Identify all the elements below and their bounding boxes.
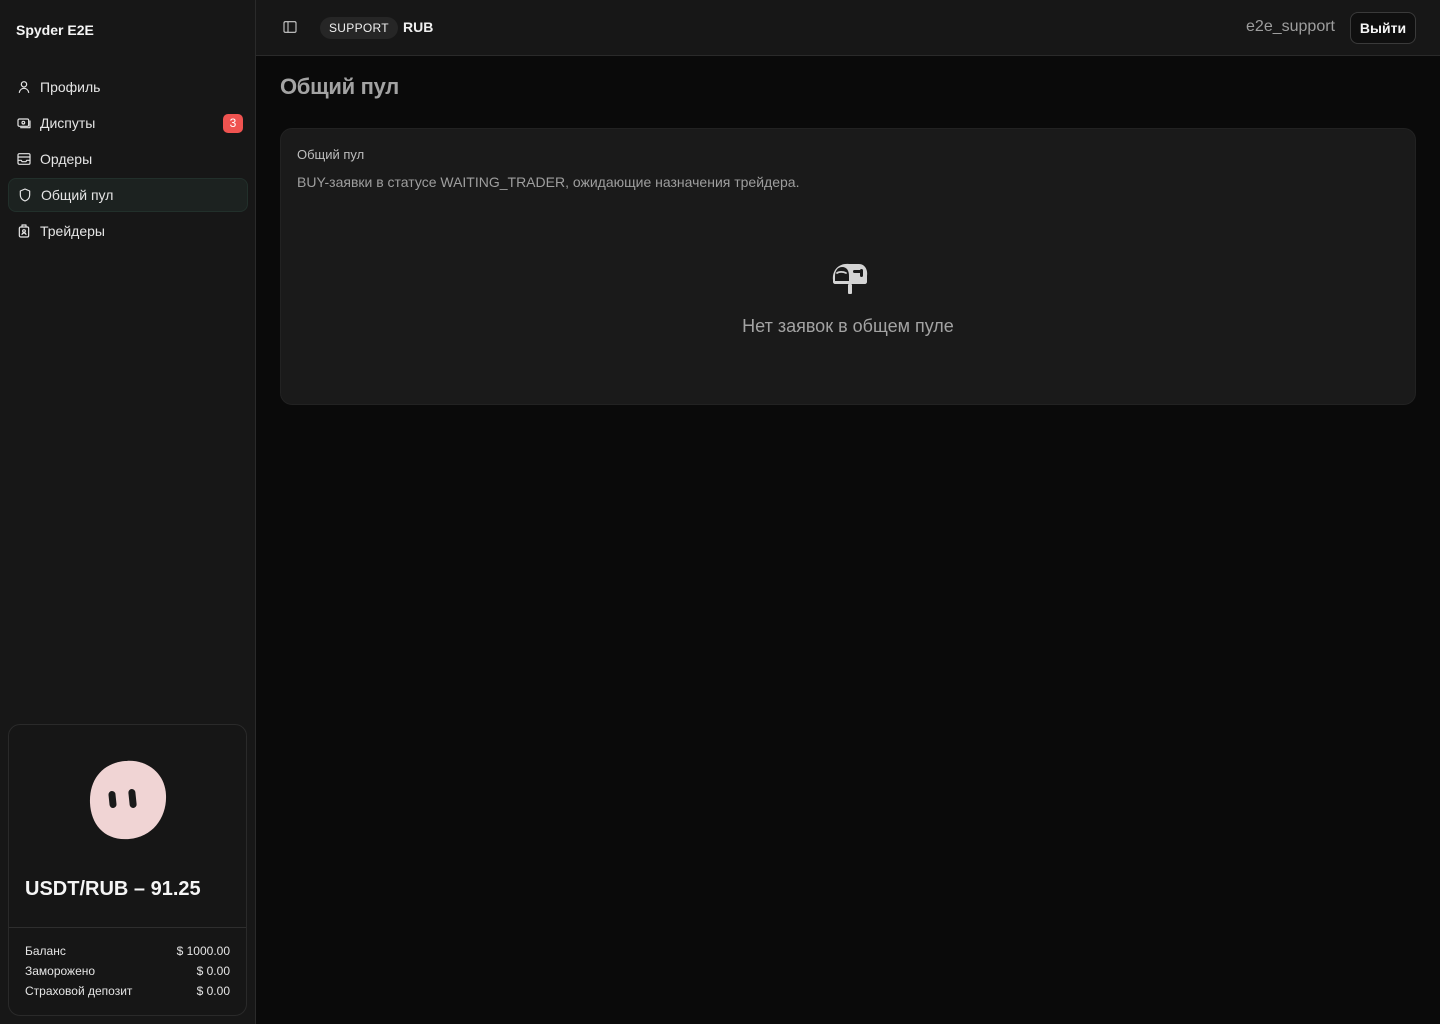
- shield-icon: [17, 187, 33, 203]
- card-title: Общий пул: [297, 147, 365, 162]
- sidebar-item-label: Ордеры: [40, 151, 93, 167]
- app-brand: Spyder E2E: [16, 22, 94, 38]
- top-header: SUPPORT RUB e2e_support Выйти: [256, 0, 1440, 56]
- sidebar-item-label: Общий пул: [41, 187, 114, 203]
- exchange-rate-title: USDT/RUB – 91.25: [25, 878, 201, 900]
- disputes-count-badge: 3: [223, 114, 243, 133]
- sidebar-toggle-icon: [283, 21, 297, 33]
- sidebar-item-label: Трейдеры: [40, 223, 105, 239]
- frozen-label: Заморожено: [25, 964, 96, 978]
- sidebar-item-label: Профиль: [40, 79, 101, 95]
- rate-card: USDT/RUB – 91.25 Баланс $ 1000.00 Заморо…: [8, 724, 247, 1016]
- role-badge: SUPPORT: [320, 17, 398, 39]
- common-pool-card: Общий пул BUY-заявки в статусе WAITING_T…: [280, 128, 1416, 405]
- currency-label: RUB: [403, 19, 434, 35]
- insurance-deposit-value: $ 0.00: [196, 984, 230, 998]
- inbox-icon: [16, 151, 32, 167]
- page-title: Общий пул: [280, 74, 399, 99]
- sidebar: Spyder E2E Профиль Диспуты 3 Ордеры Общи…: [0, 0, 256, 1024]
- sidebar-nav: Профиль Диспуты 3 Ордеры Общий пул Трейд…: [8, 70, 248, 250]
- sidebar-item-traders[interactable]: Трейдеры: [8, 214, 248, 248]
- sidebar-item-disputes[interactable]: Диспуты 3: [8, 106, 248, 140]
- insurance-deposit-label: Страховой депозит: [25, 984, 133, 998]
- sidebar-item-profile[interactable]: Профиль: [8, 70, 248, 104]
- frozen-row: Заморожено $ 0.00: [25, 964, 230, 978]
- frozen-value: $ 0.00: [196, 964, 230, 978]
- sidebar-toggle-button[interactable]: [280, 16, 300, 38]
- traders-icon: [16, 223, 32, 239]
- empty-state-text: Нет заявок в общем пуле: [742, 316, 954, 336]
- insurance-deposit-row: Страховой депозит $ 0.00: [25, 984, 230, 998]
- user-icon: [16, 79, 32, 95]
- card-description: BUY-заявки в статусе WAITING_TRADER, ожи…: [297, 174, 800, 190]
- mascot-avatar: [89, 760, 167, 840]
- sidebar-item-common-pool[interactable]: Общий пул: [8, 178, 248, 212]
- balance-row: Баланс $ 1000.00: [25, 944, 230, 958]
- balance-value: $ 1000.00: [176, 944, 230, 958]
- divider: [9, 927, 246, 928]
- balance-label: Баланс: [25, 944, 66, 958]
- logout-button[interactable]: Выйти: [1350, 12, 1416, 44]
- username: e2e_support: [1246, 18, 1335, 35]
- sidebar-item-orders[interactable]: Ордеры: [8, 142, 248, 176]
- mailbox-icon: [832, 263, 868, 294]
- disputes-icon: [16, 115, 32, 131]
- sidebar-item-label: Диспуты: [40, 115, 96, 131]
